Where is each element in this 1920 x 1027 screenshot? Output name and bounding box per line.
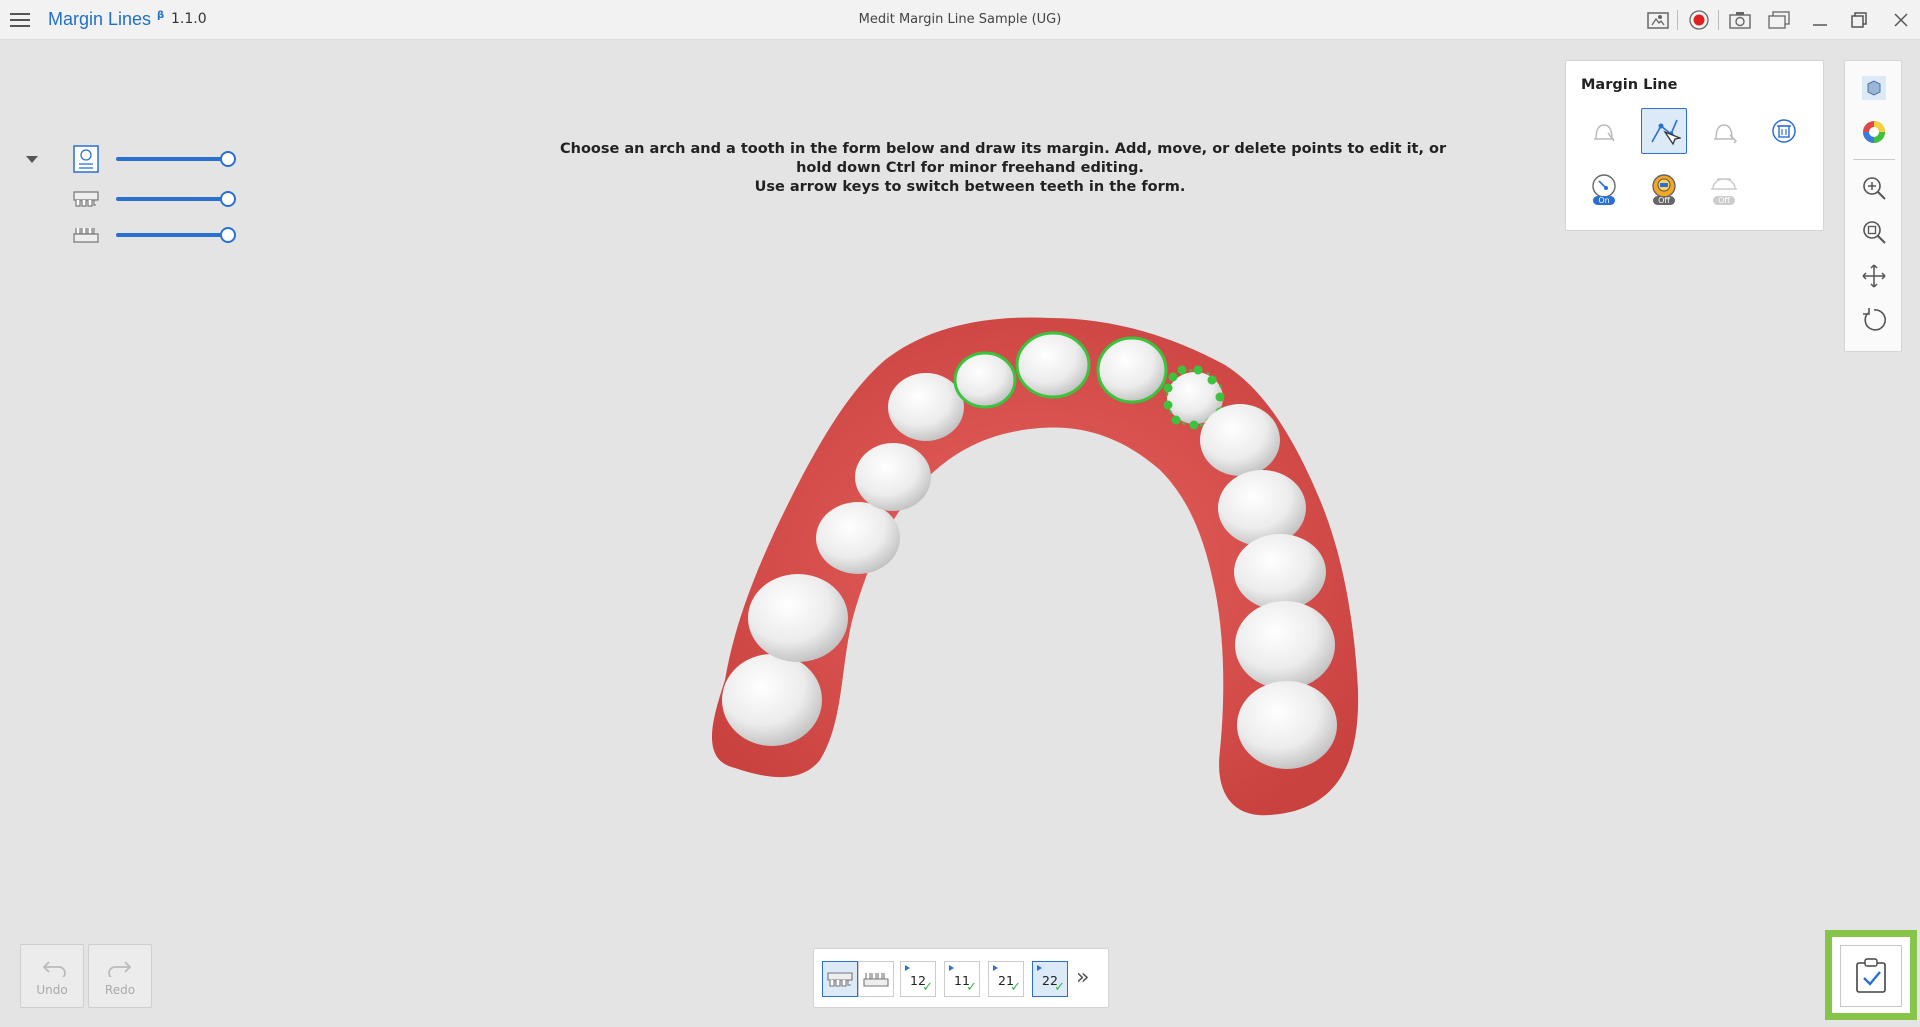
menu-icon[interactable] bbox=[8, 9, 32, 31]
tooth bbox=[722, 654, 822, 746]
tooth bbox=[1015, 331, 1091, 399]
instruction-text: Choose an arch and a tooth in the form b… bbox=[560, 140, 1447, 197]
instruction-line: Use arrow keys to switch between teeth i… bbox=[754, 179, 1186, 195]
tooth bbox=[855, 443, 931, 511]
maxilla-arch-button[interactable] bbox=[822, 961, 858, 997]
title-bar: Margin Lines β 1.1.0 Medit Margin Line S… bbox=[0, 0, 1920, 40]
toggle-tool-1[interactable]: On bbox=[1581, 166, 1627, 212]
form-document-icon[interactable] bbox=[70, 144, 102, 174]
slider-knob[interactable] bbox=[220, 151, 236, 167]
restore-icon[interactable] bbox=[1846, 8, 1872, 32]
tooth bbox=[1218, 470, 1306, 546]
instruction-line: Choose an arch and a tooth in the form b… bbox=[560, 141, 1447, 157]
screenshot-icon[interactable] bbox=[1727, 8, 1753, 32]
layer-row-form bbox=[20, 144, 250, 174]
check-icon: ✓ bbox=[1054, 980, 1065, 995]
margin-line-panel: Margin Line On Off Off bbox=[1565, 60, 1824, 231]
tooth bbox=[888, 373, 964, 441]
slider-knob[interactable] bbox=[220, 191, 236, 207]
maxilla-opacity-slider[interactable] bbox=[116, 191, 236, 207]
check-icon: ✓ bbox=[1010, 980, 1021, 995]
undo-label: Undo bbox=[36, 983, 68, 997]
toggle-state: Off bbox=[1713, 196, 1735, 205]
zoom-in-icon[interactable] bbox=[1854, 169, 1894, 207]
edit-margin-tool[interactable] bbox=[1641, 108, 1687, 154]
tooth-button-22[interactable]: 22 ✓ bbox=[1032, 961, 1068, 997]
more-teeth-icon[interactable]: » bbox=[1076, 965, 1089, 990]
delete-margin-tool[interactable] bbox=[1761, 108, 1807, 154]
collapse-arrow-icon[interactable] bbox=[26, 156, 38, 163]
tooth-button-21[interactable]: 21 ✓ bbox=[988, 961, 1024, 997]
toggle-tool-2[interactable]: Off bbox=[1641, 166, 1687, 212]
tooth-button-11[interactable]: 11 ✓ bbox=[944, 961, 980, 997]
tooth bbox=[1200, 404, 1280, 476]
panel-title: Margin Line bbox=[1581, 77, 1678, 93]
tooth bbox=[1237, 681, 1337, 769]
complete-button[interactable] bbox=[1840, 945, 1902, 1007]
check-icon: ✓ bbox=[922, 980, 933, 995]
app-version: 1.1.0 bbox=[171, 11, 207, 27]
view-toolbar bbox=[1844, 60, 1902, 352]
freehand-margin-tool[interactable] bbox=[1701, 108, 1747, 154]
maxilla-icon[interactable] bbox=[70, 184, 102, 214]
margin-points bbox=[1163, 365, 1225, 430]
zoom-fit-icon[interactable] bbox=[1854, 213, 1894, 251]
toggle-tool-3[interactable]: Off bbox=[1701, 166, 1747, 212]
complete-highlight bbox=[1825, 930, 1917, 1020]
tooth bbox=[816, 502, 900, 574]
window-title: Medit Margin Line Sample (UG) bbox=[858, 12, 1062, 27]
layer-row-mandible bbox=[20, 220, 250, 250]
tooth bbox=[1235, 601, 1335, 689]
toggle-state: On bbox=[1593, 196, 1615, 205]
record-icon[interactable] bbox=[1686, 8, 1712, 32]
instruction-line: hold down Ctrl for minor freehand editin… bbox=[796, 160, 1144, 176]
rotate-icon[interactable] bbox=[1854, 301, 1894, 339]
tooth-button-12[interactable]: 12 ✓ bbox=[900, 961, 936, 997]
redo-label: Redo bbox=[104, 983, 136, 997]
tooth bbox=[1167, 372, 1223, 424]
mandible-arch-button[interactable] bbox=[858, 961, 894, 997]
gum-arch bbox=[711, 317, 1359, 816]
undo-button[interactable]: Undo bbox=[20, 944, 84, 1008]
mandible-icon[interactable] bbox=[70, 220, 102, 250]
texture-icon[interactable] bbox=[1854, 69, 1894, 107]
mandible-opacity-slider[interactable] bbox=[116, 227, 236, 243]
auto-margin-tool[interactable] bbox=[1581, 108, 1627, 154]
layer-row-maxilla bbox=[20, 184, 250, 214]
tooth bbox=[1096, 336, 1168, 404]
gallery-icon[interactable] bbox=[1766, 8, 1792, 32]
guide-icon[interactable] bbox=[1645, 8, 1671, 32]
clipboard-check-icon bbox=[1856, 958, 1886, 993]
tooth-selection-bar: 12 ✓ 11 ✓ 21 ✓ 22 ✓ » bbox=[813, 948, 1109, 1008]
check-icon: ✓ bbox=[966, 980, 977, 995]
app-name: Margin Lines bbox=[48, 9, 152, 29]
tooth bbox=[953, 351, 1017, 409]
redo-button[interactable]: Redo bbox=[88, 944, 152, 1008]
minimize-icon[interactable] bbox=[1807, 8, 1833, 32]
pan-icon[interactable] bbox=[1854, 257, 1894, 295]
toggle-state: Off bbox=[1653, 196, 1675, 205]
form-opacity-slider[interactable] bbox=[116, 151, 236, 167]
beta-badge: β bbox=[157, 10, 165, 21]
tooth bbox=[1234, 534, 1326, 610]
close-icon[interactable] bbox=[1888, 8, 1914, 32]
slider-knob[interactable] bbox=[220, 227, 236, 243]
tooth bbox=[748, 574, 848, 662]
color-icon[interactable] bbox=[1854, 113, 1894, 151]
